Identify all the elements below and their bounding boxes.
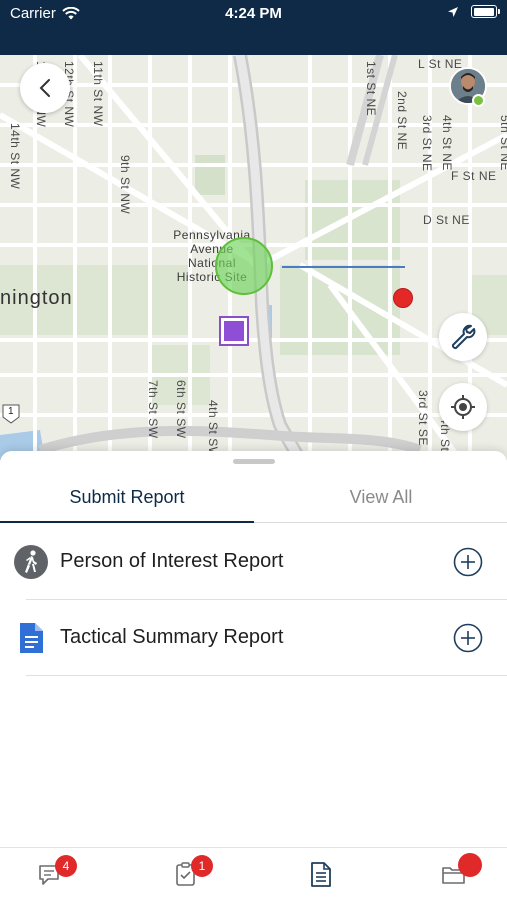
online-status-indicator bbox=[472, 94, 485, 107]
street-label: 1st St NE bbox=[364, 61, 378, 117]
city-label: nington bbox=[0, 287, 73, 309]
messages-badge: 4 bbox=[55, 855, 77, 877]
street-label: 9th St NW bbox=[118, 155, 132, 215]
route-line bbox=[282, 266, 405, 268]
status-right bbox=[447, 5, 500, 18]
status-time: 4:24 PM bbox=[225, 5, 282, 22]
tab-messages[interactable]: 4 bbox=[36, 855, 77, 888]
report-row-tactical-summary[interactable]: Tactical Summary Report bbox=[0, 600, 507, 676]
tab-submit-report[interactable]: Submit Report bbox=[0, 471, 254, 523]
report-sheet: Submit Report View All Person of Interes… bbox=[0, 451, 507, 847]
street-label: 3rd St NE bbox=[420, 115, 434, 172]
street-label: 6th St SW bbox=[174, 380, 188, 439]
street-label: L St NE bbox=[418, 57, 463, 71]
person-walking-icon bbox=[14, 545, 48, 579]
locate-me-button[interactable] bbox=[439, 383, 487, 431]
add-circle-icon[interactable] bbox=[453, 623, 483, 653]
street-label: 5th St NE bbox=[498, 115, 507, 171]
report-row-person-of-interest[interactable]: Person of Interest Report bbox=[0, 524, 507, 600]
tasks-badge: 1 bbox=[191, 855, 213, 877]
status-bar: Carrier 4:24 PM bbox=[0, 0, 507, 55]
street-label: F St NE bbox=[451, 169, 497, 183]
sheet-tabs: Submit Report View All bbox=[0, 471, 507, 523]
tools-button[interactable] bbox=[439, 313, 487, 361]
active-tab-indicator bbox=[0, 521, 254, 523]
street-label: 14th St NW bbox=[8, 123, 22, 190]
route-shield-label: 1 bbox=[8, 406, 15, 417]
tab-folder[interactable] bbox=[440, 853, 482, 888]
tab-view-all[interactable]: View All bbox=[254, 471, 507, 523]
street-label: 7th St SW bbox=[146, 380, 160, 439]
location-arrow-icon bbox=[448, 6, 458, 17]
crosshair-icon bbox=[451, 395, 475, 419]
app-root: Carrier 4:24 PM 14th St NW 12th St NW 11… bbox=[0, 0, 507, 900]
bottom-tab-bar: 4 1 bbox=[0, 847, 507, 900]
square-marker[interactable] bbox=[219, 316, 249, 346]
tab-tasks[interactable]: 1 bbox=[172, 855, 213, 888]
street-label: 3rd St SE bbox=[416, 390, 430, 446]
street-label: D St NE bbox=[423, 213, 470, 227]
map-view[interactable]: 14th St NW 13th St NW 12th St NW 11th St… bbox=[0, 55, 507, 460]
geofence-circle[interactable] bbox=[215, 237, 273, 295]
row-divider bbox=[26, 675, 507, 676]
folder-badge bbox=[458, 853, 482, 877]
street-label: 4th St SW bbox=[206, 400, 220, 459]
add-circle-icon[interactable] bbox=[453, 547, 483, 577]
sheet-drag-handle[interactable] bbox=[233, 459, 275, 464]
street-label: 4th St NE bbox=[440, 115, 454, 171]
document-icon bbox=[14, 621, 48, 655]
street-label: 11th St NW bbox=[91, 61, 105, 127]
back-button[interactable] bbox=[20, 63, 70, 113]
document-lines-icon bbox=[311, 862, 331, 887]
report-row-label: Person of Interest Report bbox=[60, 550, 284, 572]
street-label: 2nd St NE bbox=[395, 91, 409, 151]
chevron-left-icon bbox=[39, 79, 50, 97]
red-location-marker[interactable] bbox=[393, 288, 413, 308]
battery-icon bbox=[471, 5, 500, 18]
report-row-label: Tactical Summary Report bbox=[60, 626, 284, 648]
tab-reports[interactable] bbox=[306, 860, 334, 888]
wrench-icon bbox=[451, 324, 476, 350]
